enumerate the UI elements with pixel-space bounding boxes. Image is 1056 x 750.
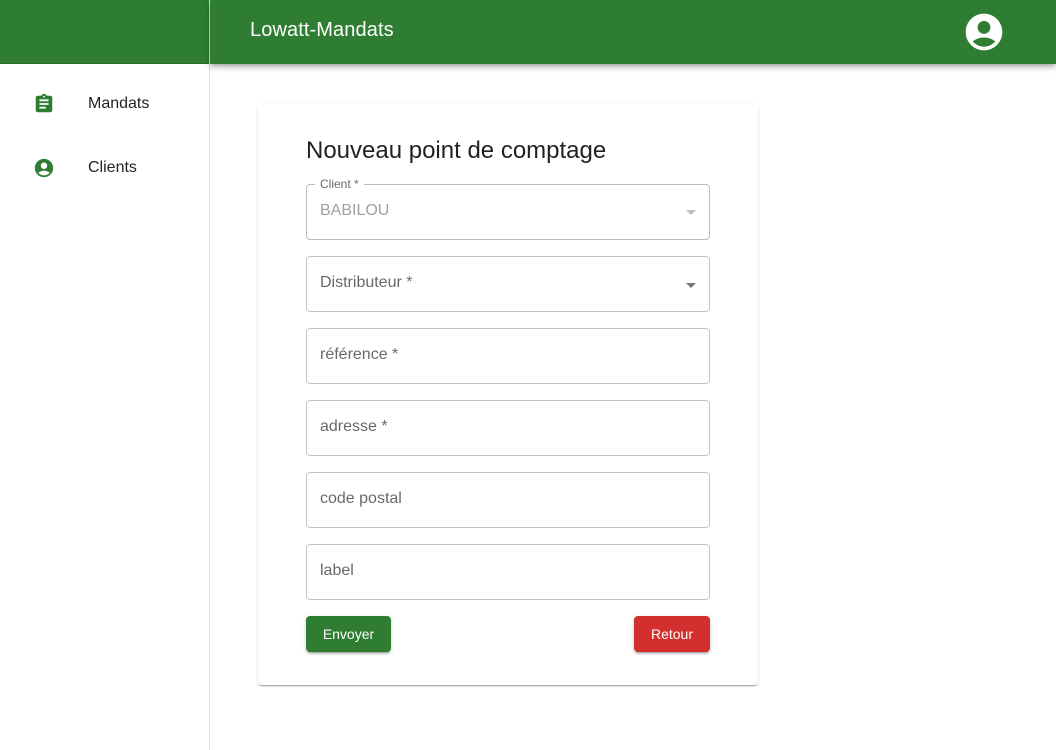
sidebar-item-mandats[interactable]: Mandats [0, 80, 209, 128]
distributeur-label: Distributeur * [320, 274, 413, 291]
adresse-label: adresse * [320, 418, 388, 435]
label-field[interactable]: label [306, 544, 710, 600]
sidebar-header [0, 0, 209, 64]
send-button[interactable]: Envoyer [306, 616, 391, 652]
reference-label: référence * [320, 346, 399, 363]
chevron-down-icon [686, 283, 696, 288]
label-label: label [320, 562, 354, 579]
sidebar-item-label: Clients [88, 159, 137, 176]
account-circle-icon[interactable] [962, 10, 1006, 54]
distributeur-select[interactable]: Distributeur * [306, 256, 710, 312]
reference-field[interactable]: référence * [306, 328, 710, 384]
code-postal-label: code postal [320, 490, 402, 507]
page-title: Nouveau point de comptage [306, 137, 607, 164]
app-title: Lowatt-Mandats [250, 19, 394, 41]
code-postal-field[interactable]: code postal [306, 472, 710, 528]
app-bar: Lowatt-Mandats [210, 0, 1056, 64]
client-select[interactable]: Client * BABILOU [306, 177, 710, 240]
adresse-field[interactable]: adresse * [306, 400, 710, 456]
clipboard-icon [33, 93, 55, 115]
sidebar-item-label: Mandats [88, 95, 150, 112]
sidebar: Mandats Clients [0, 0, 210, 750]
chevron-down-icon [686, 210, 696, 215]
client-value: BABILOU [320, 202, 390, 219]
sidebar-item-clients[interactable]: Clients [0, 144, 209, 192]
form-card: Nouveau point de comptage Client * BABIL… [258, 104, 758, 685]
account-circle-icon [33, 157, 55, 179]
back-button[interactable]: Retour [634, 616, 710, 652]
client-label: Client * [315, 177, 364, 191]
